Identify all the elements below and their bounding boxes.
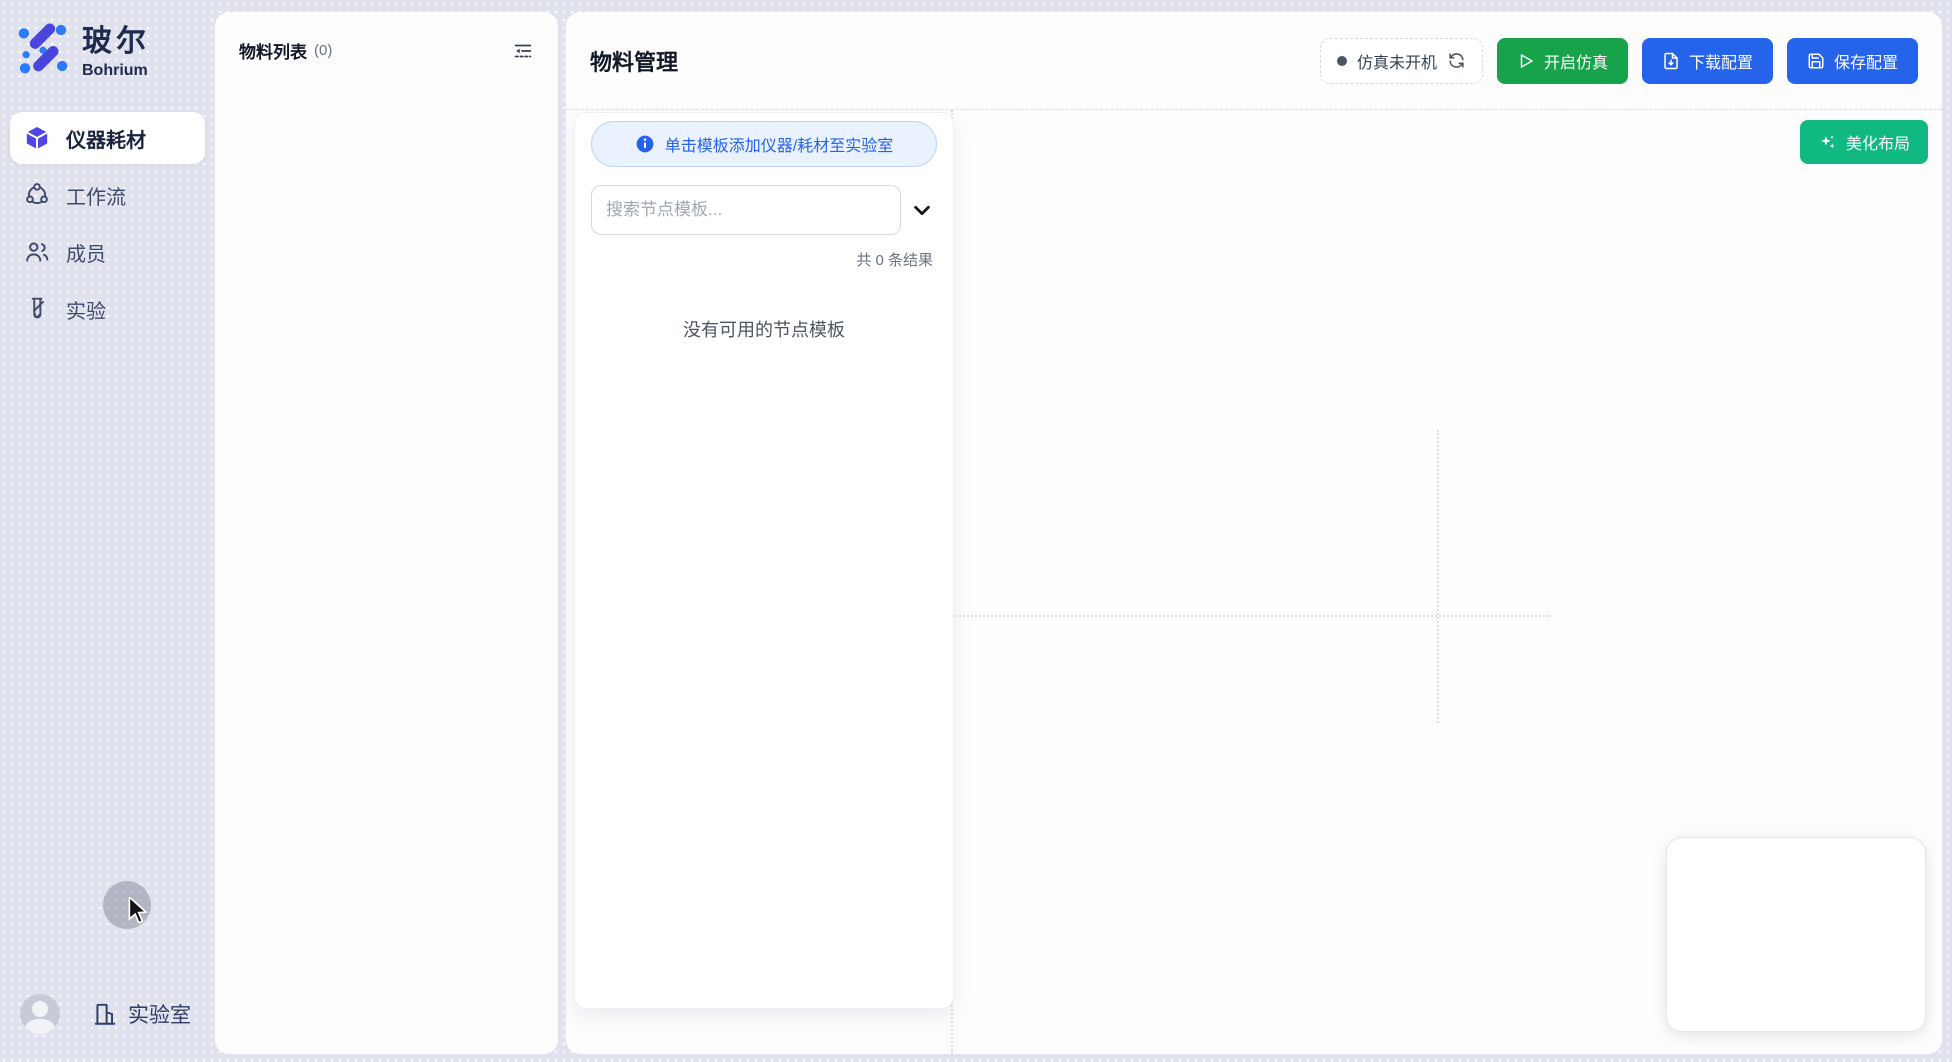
sidebar-item-label: 实验 — [66, 295, 106, 324]
page-title: 物料管理 — [590, 45, 678, 77]
save-icon — [1807, 52, 1825, 70]
sidebar-footer: 实验室 — [0, 994, 215, 1034]
outdent-icon[interactable] — [512, 40, 534, 62]
simulation-status-pill[interactable]: 仿真未开机 — [1320, 38, 1483, 84]
sidebar-nav: 仪器耗材 工作流 — [0, 112, 215, 335]
main-panel: 物料管理 仿真未开机 — [566, 12, 1942, 1054]
save-config-label: 保存配置 — [1834, 49, 1898, 73]
material-list-header: 物料列表 (0) — [215, 12, 558, 63]
template-hint-text: 单击模板添加仪器/耗材至实验室 — [665, 132, 893, 156]
play-icon — [1517, 52, 1535, 70]
download-config-button[interactable]: 下载配置 — [1642, 38, 1773, 84]
sidebar-item-instruments[interactable]: 仪器耗材 — [10, 112, 205, 164]
brand-subtitle: Bohrium — [82, 62, 150, 80]
canvas-guide-line — [1437, 430, 1439, 723]
canvas-minimap[interactable] — [1666, 837, 1926, 1032]
bohrium-logo-icon — [16, 21, 70, 75]
brand-logo: 玻尔 Bohrium — [0, 0, 215, 80]
node-template-panel: 单击模板添加仪器/耗材至实验室 共 0 条结果 没有可用的节点模板 — [574, 112, 954, 1009]
sidebar-item-experiments[interactable]: 实验 — [10, 283, 205, 335]
template-results-count: 共 0 条结果 — [591, 249, 937, 270]
beautify-layout-button[interactable]: 美化布局 — [1800, 120, 1928, 164]
main-header: 物料管理 仿真未开机 — [566, 12, 1942, 110]
sidebar-item-label: 工作流 — [66, 181, 126, 210]
beautify-layout-label: 美化布局 — [1846, 130, 1910, 154]
lab-switcher[interactable]: 实验室 — [92, 999, 191, 1029]
canvas-guide-line — [951, 615, 1549, 617]
experiment-icon — [24, 296, 50, 322]
template-empty-message: 没有可用的节点模板 — [591, 316, 937, 342]
download-config-label: 下载配置 — [1689, 49, 1753, 73]
info-icon — [635, 134, 655, 154]
sidebar-item-label: 成员 — [66, 238, 106, 267]
template-search-row — [591, 185, 937, 235]
material-list-count: (0) — [314, 42, 332, 59]
mouse-cursor — [124, 897, 150, 925]
workflow-icon — [24, 182, 50, 208]
sidebar: 玻尔 Bohrium 仪器耗材 — [0, 0, 215, 1062]
file-download-icon — [1662, 52, 1680, 70]
status-dot — [1337, 56, 1347, 66]
save-config-button[interactable]: 保存配置 — [1787, 38, 1918, 84]
user-avatar[interactable] — [20, 994, 60, 1034]
sidebar-item-members[interactable]: 成员 — [10, 226, 205, 278]
material-list-title: 物料列表 — [239, 38, 307, 63]
lab-switcher-label: 实验室 — [128, 999, 191, 1029]
refresh-icon[interactable] — [1447, 51, 1466, 70]
building-icon — [92, 1001, 118, 1027]
sparkles-icon — [1818, 133, 1837, 152]
sidebar-item-label: 仪器耗材 — [66, 124, 146, 153]
start-simulation-label: 开启仿真 — [1544, 49, 1608, 73]
brand-title: 玻尔 — [82, 16, 150, 60]
template-search-input[interactable] — [591, 185, 901, 235]
material-list-panel: 物料列表 (0) — [215, 12, 558, 1054]
template-hint-banner: 单击模板添加仪器/耗材至实验室 — [591, 121, 937, 167]
chevron-down-icon[interactable] — [907, 195, 937, 225]
cube-icon — [24, 125, 50, 151]
lab-layout-canvas[interactable]: 美化布局 单击模板添加仪器/耗材至实验室 — [566, 110, 1942, 1054]
simulation-status-label: 仿真未开机 — [1357, 49, 1437, 73]
header-actions: 仿真未开机 — [1320, 38, 1918, 84]
sidebar-item-workflow[interactable]: 工作流 — [10, 169, 205, 221]
members-icon — [24, 239, 50, 265]
start-simulation-button[interactable]: 开启仿真 — [1497, 38, 1628, 84]
app-root: 玻尔 Bohrium 仪器耗材 — [0, 0, 1952, 1062]
